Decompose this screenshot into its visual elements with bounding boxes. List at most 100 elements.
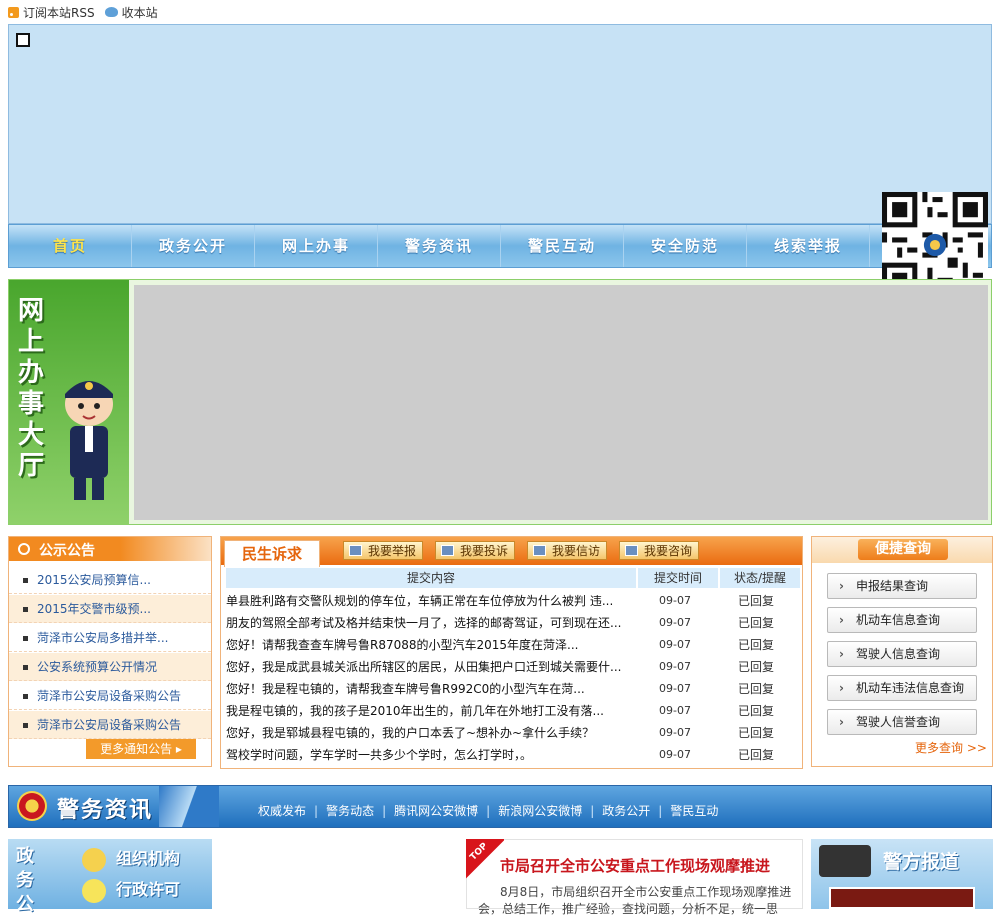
row-content[interactable]: 您好，我是郓城县程屯镇的，我的户口本丢了~想补办~拿什么手续？ [226,722,634,744]
list-item[interactable]: 2015公安局预算信... [9,566,211,594]
list-item[interactable]: 菏泽市公安局设备采购公告 [9,682,211,710]
row-time: 09-07 [659,660,691,673]
consult-button[interactable]: 我要咨询 [619,541,700,560]
nav-item-police-news[interactable]: 警务资讯 [378,225,501,267]
organization-button[interactable]: 组织机构 [78,846,208,872]
chevron-right-icon: › [839,579,844,593]
query-declaration-result-button[interactable]: › 申报结果查询 [827,573,977,599]
organization-label: 组织机构 [116,849,181,868]
title-wing-decoration [159,786,219,827]
favorite-link[interactable]: 收本站 [104,4,158,21]
row-content[interactable]: 您好！请帮我查查车牌号鲁R87088的小型汽车2015年度在菏泽... [226,634,634,656]
gov-side-title: 政务公 [16,846,34,915]
query-button-label: 驾驶人信誉查询 [856,715,941,729]
rss-link-label: 订阅本站RSS [23,5,95,20]
row-content[interactable]: 您好，我是成武县城关派出所辖区的居民，从田集把户口迁到城关需要什... [226,656,634,678]
table-row[interactable]: 您好！我是程屯镇的，请帮我查车牌号鲁R992C0的小型汽车在菏... 09-07 已… [226,678,802,700]
report-button[interactable]: 我要举报 [343,541,424,560]
news-link-authoritative[interactable]: 权威发布 [250,802,314,819]
query-vehicle-violation-button[interactable]: › 机动车违法信息查询 [827,675,977,701]
row-content[interactable]: 您好！我是程屯镇的，请帮我查车牌号鲁R992C0的小型汽车在菏... [226,678,634,700]
police-report-panel: 警方报道 [811,839,993,909]
news-link-sina-weibo[interactable]: 新浪网公安微博 [490,802,590,819]
list-item[interactable]: 公安系统预算公开情况 [9,653,211,681]
favorite-icon [104,7,118,17]
headline-summary: 8月8日，市局组织召开全市公安重点工作现场观摩推进会，总结工作，推广经验，查找问… [478,885,792,916]
complaint-button-label: 我要投诉 [460,544,509,558]
news-link-interaction[interactable]: 警民互动 [662,802,726,819]
chevron-right-icon: › [839,647,844,661]
news-link-dynamics[interactable]: 警务动态 [318,802,382,819]
more-notices-button[interactable]: 更多通知公告 ▸ [86,739,196,759]
row-time: 09-07 [659,638,691,651]
table-row[interactable]: 朋友的驾照全部考试及格并结束快一月了，选择的邮寄驾证，可到现在还... 09-07… [226,612,802,634]
complaint-icon [441,545,454,556]
nav-item-safety[interactable]: 安全防范 [624,225,747,267]
more-notices-label: 更多通知公告 [100,742,173,756]
nav-item-online-service[interactable]: 网上办事 [255,225,378,267]
table-row[interactable]: 您好！请帮我查查车牌号鲁R87088的小型汽车2015年度在菏泽... 09-07… [226,634,802,656]
more-queries-link[interactable]: 更多查询 >> [915,739,987,756]
row-status: 已回复 [737,748,774,762]
row-time: 09-07 [659,616,691,629]
nav-item-gov-affairs[interactable]: 政务公开 [132,225,255,267]
row-status: 已回复 [737,594,774,608]
table-row[interactable]: 单县胜利路有交警队规划的停车位，车辆正常在车位停放为什么被判 违... 09-07… [226,590,802,612]
row-time: 09-07 [659,682,691,695]
query-button-label: 机动车违法信息查询 [856,681,965,695]
admin-license-button[interactable]: 行政许可 [78,877,208,903]
bullet-icon [23,694,28,699]
row-content[interactable]: 我是程屯镇的，我的孩子是2010年出生的，前几年在外地打工没有落... [226,700,634,722]
rss-link[interactable]: 订阅本站RSS [8,4,95,21]
query-driver-info-button[interactable]: › 驾驶人信息查询 [827,641,977,667]
query-button-label: 申报结果查询 [856,579,929,593]
top-ribbon-label: TOP [468,841,490,863]
table-row[interactable]: 您好，我是郓城县程屯镇的，我的户口本丢了~想补办~拿什么手续？ 09-07 已回复 [226,722,802,744]
row-time: 09-07 [659,704,691,717]
nav-item-home[interactable]: 首页 [9,225,132,267]
consult-icon [625,545,638,556]
police-news-title: 警务资讯 [57,798,154,823]
chevron-right-icon: › [839,681,844,695]
list-item[interactable]: 菏泽市公安局多措并举... [9,624,211,652]
report-icon [349,545,362,556]
police-news-links: 权威发布 | 警务动态 | 腾讯网公安微博 | 新浪网公安微博 | 政务公开 | 警民互动 [250,802,726,819]
news-link-tencent-weibo[interactable]: 腾讯网公安微博 [386,802,486,819]
query-button-label: 驾驶人信息查询 [856,647,941,661]
table-row[interactable]: 我是程屯镇的，我的孩子是2010年出生的，前几年在外地打工没有落... 09-07… [226,700,802,722]
headline-title[interactable]: 市局召开全市公安重点工作现场观摩推进 [500,855,770,876]
query-driver-credit-button[interactable]: › 驾驶人信誉查询 [827,709,977,735]
row-status: 已回复 [737,682,774,696]
query-vehicle-info-button[interactable]: › 机动车信息查询 [827,607,977,633]
appeals-table-header: 提交内容 提交时间 状态/提醒 [226,568,802,588]
col-status-header: 状态/提醒 [720,568,800,588]
row-content[interactable]: 单县胜利路有交警队规划的停车位，车辆正常在车位停放为什么被判 违... [226,590,634,612]
appeals-title: 民生诉求 [224,540,320,567]
table-row[interactable]: 您好，我是成武县城关派出所辖区的居民，从田集把户口迁到城关需要什... 09-07… [226,656,802,678]
bullet-icon [23,723,28,728]
petition-button[interactable]: 我要信访 [527,541,608,560]
nav-item-interaction[interactable]: 警民互动 [501,225,624,267]
complaint-button[interactable]: 我要投诉 [435,541,516,560]
notice-item-label: 2015年交警市级预... [37,602,151,616]
hall-title: 网上办事大厅 [18,296,45,481]
news-link-gov-affairs[interactable]: 政务公开 [594,802,658,819]
row-content[interactable]: 朋友的驾照全部考试及格并结束快一月了，选择的邮寄驾证，可到现在还... [226,612,634,634]
appeals-table: 单县胜利路有交警队规划的停车位，车辆正常在车位停放为什么被判 违... 09-07… [226,590,802,766]
video-camera-icon [819,845,871,877]
row-time: 09-07 [659,726,691,739]
report-thumbnail[interactable] [829,887,975,909]
gov-affairs-panel: 政务公 组织机构 行政许可 [8,839,212,915]
notice-item-label: 菏泽市公安局多措并举... [37,631,169,645]
list-item[interactable]: 菏泽市公安局设备采购公告 [9,711,211,739]
table-row[interactable]: 驾校学时问题，学车学时一共多少个学时，怎么打学时，。 09-07 已回复 [226,744,802,766]
petition-icon [533,545,546,556]
list-item[interactable]: 2015年交警市级预... [9,595,211,623]
top-links-bar: 订阅本站RSS 收本站 [8,3,158,21]
consult-button-label: 我要咨询 [644,544,693,558]
petition-button-label: 我要信访 [552,544,601,558]
row-content[interactable]: 驾校学时问题，学车学时一共多少个学时，怎么打学时，。 [226,744,634,766]
top-ribbon: TOP [466,839,504,879]
notice-title: 公示公告 [39,543,95,559]
nav-item-report-clue[interactable]: 线索举报 [747,225,870,267]
